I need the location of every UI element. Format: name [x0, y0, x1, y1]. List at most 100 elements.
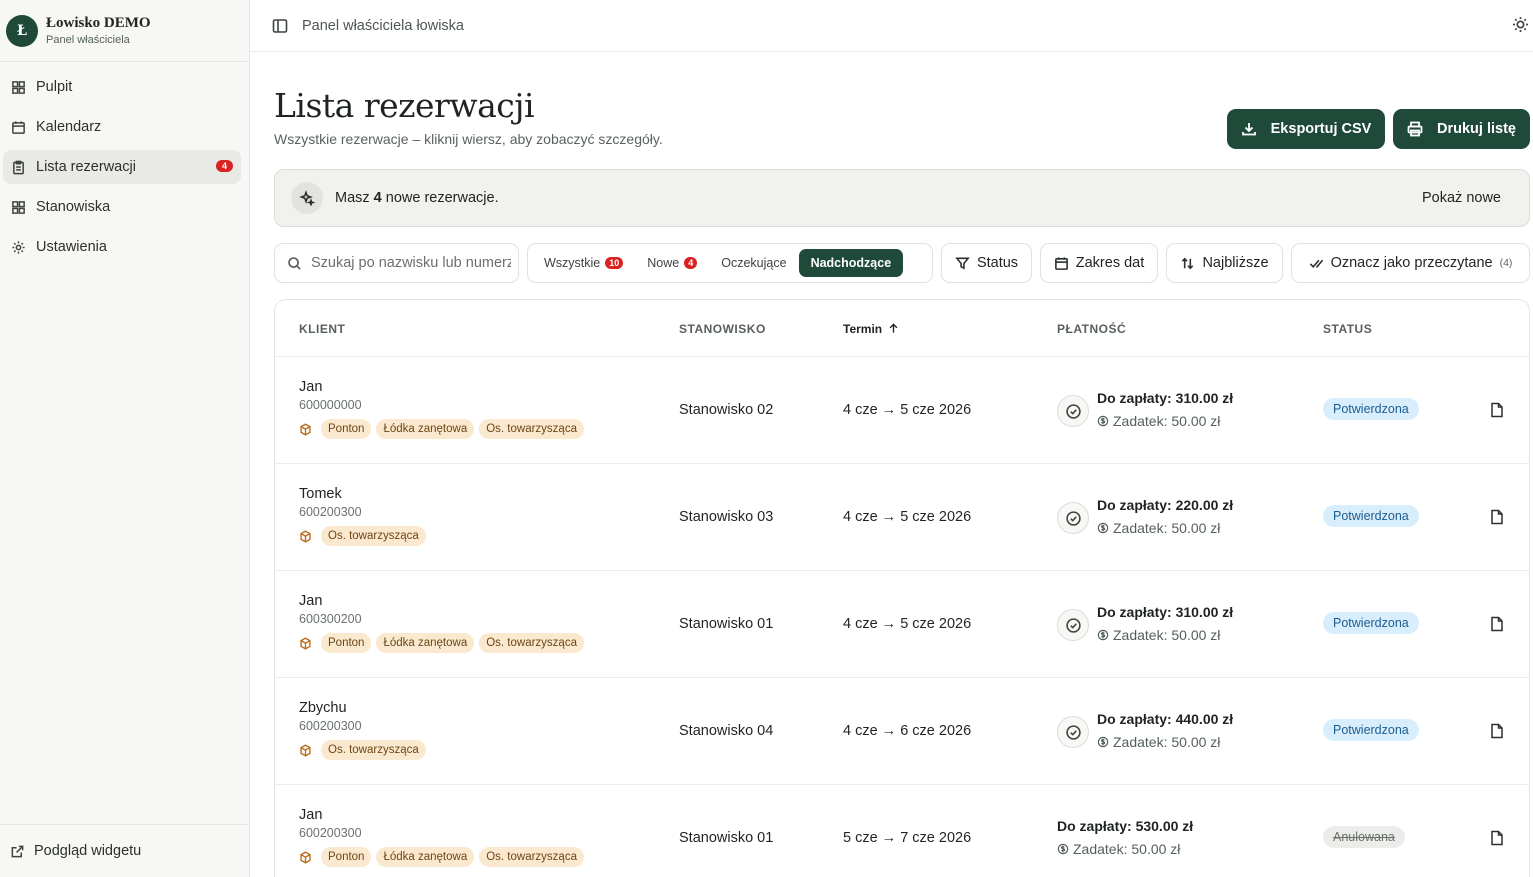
document-icon[interactable]: [1489, 402, 1505, 423]
deposit: Zadatek: 50.00 zł: [1057, 841, 1180, 857]
amount-due: Do zapłaty: 440.00 zł: [1097, 711, 1234, 727]
table-header: KLIENT STANOWISKO Termin PŁATNOŚĆ STATUS: [275, 300, 1529, 357]
sun-icon[interactable]: [1512, 16, 1529, 33]
new-count-badge: 4: [215, 160, 233, 172]
package-icon: [300, 529, 311, 543]
table-row[interactable]: Tomek 600200300 Os. towarzysząca Stanowisko…: [275, 464, 1529, 571]
document-icon[interactable]: [1489, 723, 1505, 744]
extra-tag: Łódka zanętowa: [376, 633, 475, 653]
status-tabs: Wszystkie 10 Nowe 4 Oczekujące Nadchodzące: [527, 243, 933, 283]
header-term[interactable]: Termin: [843, 322, 899, 336]
status-badge: Potwierdzona: [1323, 398, 1419, 420]
deposit: Zadatek: 50.00 zł: [1097, 734, 1220, 750]
tab-count-badge: 4: [684, 257, 698, 269]
sidebar-toggle-icon[interactable]: [272, 18, 288, 34]
extras-tags: Os. towarzysząca: [299, 526, 426, 546]
document-icon[interactable]: [1489, 616, 1505, 637]
check-circle-icon: [1057, 502, 1089, 534]
extra-tag: Os. towarzysząca: [321, 740, 426, 760]
header-spot: STANOWISKO: [679, 322, 766, 336]
sidebar-item-lista-rezerwacji[interactable]: Lista rezerwacji 4: [3, 150, 241, 184]
amount-due: Do zapłaty: 310.00 zł: [1097, 604, 1234, 620]
page-title: Lista rezerwacji: [274, 86, 535, 125]
export-csv-label: Eksportuj CSV: [1270, 121, 1372, 137]
mark-read-button[interactable]: Oznacz jako przeczytane (4): [1291, 243, 1530, 283]
table-row[interactable]: Jan 600200300 Ponton Łódka zanętowa Os. towa…: [275, 785, 1529, 877]
status-filter-button[interactable]: Status: [941, 243, 1032, 283]
search-icon: [288, 256, 301, 270]
sidebar-item-stanowiska[interactable]: Stanowiska: [3, 190, 241, 224]
extra-tag: Os. towarzysząca: [479, 419, 584, 439]
print-list-button[interactable]: Drukuj listę: [1393, 109, 1530, 149]
table-row[interactable]: Jan 600000000 Ponton Łódka zanętowa Os. towa…: [275, 357, 1529, 464]
check-circle-icon: [1057, 716, 1089, 748]
extra-tag: Ponton: [321, 633, 372, 653]
calendar-icon: [1054, 256, 1068, 270]
table-body: Jan 600000000 Ponton Łódka zanętowa Os. towa…: [275, 357, 1529, 877]
reservations-table: KLIENT STANOWISKO Termin PŁATNOŚĆ STATUS…: [274, 299, 1530, 877]
extra-tag: Os. towarzysząca: [321, 526, 426, 546]
search-input[interactable]: [311, 255, 511, 271]
client-phone: 600200300: [299, 719, 362, 733]
tab-wszystkie[interactable]: Wszystkie 10: [532, 249, 635, 277]
sort-button[interactable]: Najbliższe: [1166, 243, 1283, 283]
brand[interactable]: Ł Łowisko DEMO Panel właściciela: [0, 0, 249, 62]
client-name: Jan: [299, 379, 323, 395]
client-phone: 600200300: [299, 826, 362, 840]
sidebar-item-label: Stanowiska: [36, 199, 111, 215]
arrow-up-icon: [890, 323, 898, 333]
package-icon: [300, 850, 311, 864]
table-row[interactable]: Zbychu 600200300 Os. towarzysząca Stanowisk…: [275, 678, 1529, 785]
sidebar-item-kalendarz[interactable]: Kalendarz: [3, 110, 241, 144]
double-check-icon: [1309, 259, 1323, 268]
term-cell: 4 cze → 5 cze 2026: [843, 509, 972, 525]
sidebar: Ł Łowisko DEMO Panel właściciela Pulpit …: [0, 0, 250, 877]
extra-tag: Łódka zanętowa: [376, 419, 475, 439]
document-icon[interactable]: [1489, 509, 1505, 530]
gear-icon: [12, 240, 25, 254]
coin-icon: [1097, 415, 1109, 427]
client-name: Zbychu: [299, 700, 347, 716]
page-subtitle: Wszystkie rezerwacje – kliknij wiersz, a…: [274, 131, 663, 147]
tab-nadchodzace[interactable]: Nadchodzące: [798, 249, 904, 277]
print-list-label: Drukuj listę: [1437, 121, 1516, 137]
sidebar-item-pulpit[interactable]: Pulpit: [3, 70, 241, 104]
date-range-button[interactable]: Zakres dat: [1040, 243, 1158, 283]
amount-due: Do zapłaty: 530.00 zł: [1057, 818, 1194, 834]
document-icon[interactable]: [1489, 830, 1505, 851]
term-cell: 5 cze → 7 cze 2026: [843, 830, 972, 846]
sparkle-icon: [291, 182, 323, 214]
coin-icon: [1097, 736, 1109, 748]
extras-tags: Ponton Łódka zanętowa Os. towarzysząca: [299, 847, 584, 867]
sort-arrows-icon: [1182, 257, 1194, 269]
download-icon: [1241, 123, 1256, 136]
notice-text: Masz 4 nowe rezerwacje.: [335, 190, 499, 206]
deposit: Zadatek: 50.00 zł: [1097, 627, 1220, 643]
brand-subtitle: Panel właściciela: [46, 34, 130, 46]
check-circle-icon: [1057, 609, 1089, 641]
export-csv-button[interactable]: Eksportuj CSV: [1227, 109, 1385, 149]
spot-cell: Stanowisko 01: [679, 830, 774, 846]
table-row[interactable]: Jan 600300200 Ponton Łódka zanętowa Os. towa…: [275, 571, 1529, 678]
coin-icon: [1097, 522, 1109, 534]
coin-icon: [1057, 843, 1069, 855]
spot-cell: Stanowisko 03: [679, 509, 774, 525]
check-circle-icon: [1057, 395, 1089, 427]
spot-cell: Stanowisko 02: [679, 402, 774, 418]
external-link-icon: [11, 845, 24, 857]
sidebar-item-ustawienia[interactable]: Ustawienia: [3, 230, 241, 264]
tab-oczekujace[interactable]: Oczekujące: [709, 249, 798, 277]
widget-preview-link[interactable]: Podgląd widgetu: [0, 824, 249, 877]
tab-count-badge: 10: [605, 257, 624, 269]
package-icon: [300, 422, 311, 436]
client-phone: 600200300: [299, 505, 362, 519]
show-new-button[interactable]: Pokaż nowe: [1422, 190, 1501, 206]
extras-tags: Ponton Łódka zanętowa Os. towarzysząca: [299, 633, 584, 653]
header-payment: PŁATNOŚĆ: [1057, 322, 1127, 336]
spot-cell: Stanowisko 01: [679, 616, 774, 632]
search-box: [274, 243, 519, 283]
sidebar-nav: Pulpit Kalendarz Lista rezerwacji 4 Stan…: [0, 62, 249, 264]
extra-tag: Ponton: [321, 847, 372, 867]
tab-nowe[interactable]: Nowe 4: [635, 249, 709, 277]
sidebar-item-label: Lista rezerwacji: [36, 159, 136, 175]
